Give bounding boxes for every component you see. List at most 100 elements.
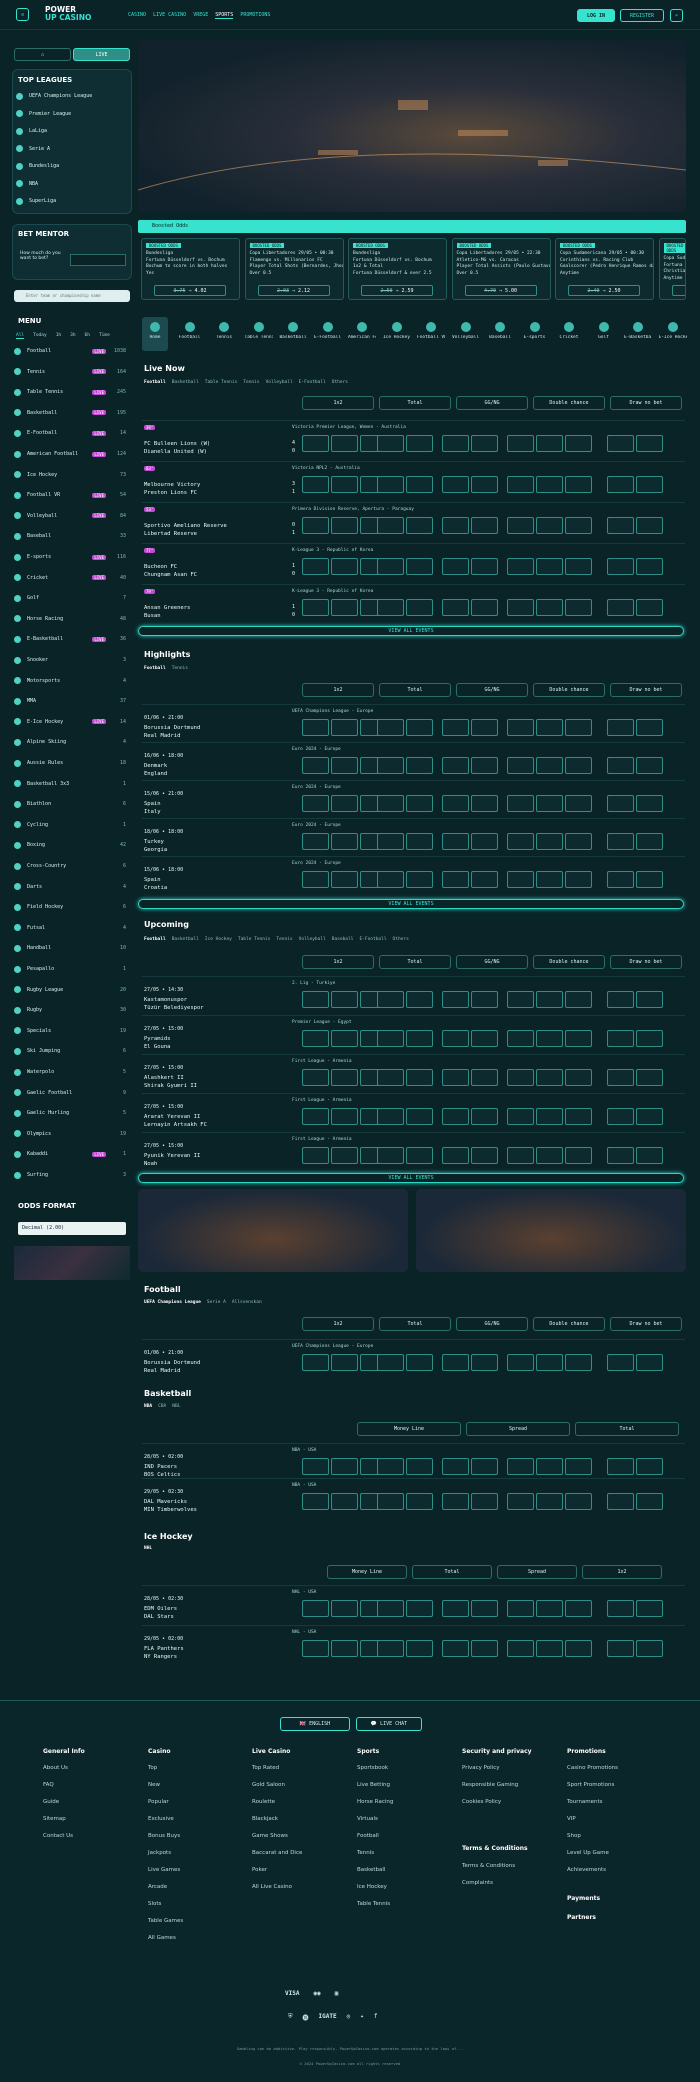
odds-button[interactable] (377, 558, 404, 575)
odds-button[interactable] (377, 435, 404, 452)
odds-button[interactable] (406, 1354, 433, 1371)
footer-link[interactable]: Live Betting (357, 1782, 390, 1788)
odds-button[interactable] (377, 1030, 404, 1047)
odds-button[interactable] (636, 719, 663, 736)
sidebar-item-baseball[interactable]: Baseball 33 (14, 530, 130, 542)
boosted-odds-card[interactable]: BOOSTED ODDS Copa Sudamericana 29/05 • 00… (555, 238, 654, 300)
footer-link[interactable]: Table Tennis (357, 1901, 390, 1907)
odds-button[interactable] (377, 1458, 404, 1475)
odds-button[interactable] (471, 1640, 498, 1657)
odds-button[interactable] (507, 1640, 534, 1657)
odds-button[interactable] (507, 795, 534, 812)
odds-button[interactable] (507, 833, 534, 850)
odds-button[interactable] (331, 991, 358, 1008)
footer-link[interactable]: Arcade (148, 1884, 167, 1890)
footer-link[interactable]: Level Up Game (567, 1850, 609, 1856)
footer-link[interactable]: Table Games (148, 1918, 183, 1924)
footer-link[interactable]: Virtuals (357, 1816, 378, 1822)
odds-button[interactable] (471, 833, 498, 850)
odds-button[interactable] (442, 1030, 469, 1047)
promo-banner-right[interactable] (416, 1189, 686, 1272)
footer-link[interactable]: Guide (43, 1799, 59, 1805)
odds-button[interactable] (377, 795, 404, 812)
footer-link[interactable]: Bonus Buys (148, 1833, 180, 1839)
sidebar-item-ice-hockey[interactable]: Ice Hockey 73 (14, 469, 130, 481)
sidebar-item-alpine-skiing[interactable]: Alpine Skiing 4 (14, 736, 130, 748)
instagram-icon[interactable]: ◎ (347, 2013, 351, 2022)
odds-button[interactable] (507, 1354, 534, 1371)
team-home[interactable]: Pyunik Yerevan II (144, 1152, 200, 1160)
team-home[interactable]: EDM Oilers (144, 1605, 177, 1613)
team-home[interactable]: Sportivo Ameliano Reserve (144, 522, 227, 530)
team-away[interactable]: Italy (144, 808, 161, 816)
section-tab[interactable]: Baseball (332, 937, 354, 942)
sidebar-item-e-ice-hockey[interactable]: E-Ice Hockey LIVE 14 (14, 716, 130, 728)
odds-button[interactable] (607, 757, 634, 774)
footer-link[interactable]: Sitemap (43, 1816, 66, 1822)
footer-link[interactable]: Poker (252, 1867, 267, 1873)
odds-button[interactable] (565, 795, 592, 812)
footer-link[interactable]: Cookies Policy (462, 1799, 501, 1805)
sidebar-item-rugby-league[interactable]: Rugby League 20 (14, 984, 130, 996)
nav-vrege[interactable]: VREGE (193, 12, 208, 19)
odds-button[interactable] (607, 599, 634, 616)
odds-button[interactable] (507, 517, 534, 534)
top-league-item[interactable]: NBA (16, 178, 132, 190)
odds-button[interactable] (406, 1640, 433, 1657)
hero-banner[interactable] (138, 40, 686, 212)
odds-button[interactable] (406, 757, 433, 774)
team-away[interactable]: Real Madrid (144, 1367, 180, 1375)
odds-button[interactable] (331, 517, 358, 534)
team-away[interactable]: Libertad Reserve (144, 530, 197, 538)
odds-button[interactable] (565, 871, 592, 888)
odds-button[interactable] (406, 1600, 433, 1617)
promo-banner-left[interactable] (138, 1189, 408, 1272)
odds-button[interactable] (442, 1640, 469, 1657)
sidebar-item-cross-country[interactable]: Cross-Country 6 (14, 860, 130, 872)
odds-button[interactable] (565, 1030, 592, 1047)
sidebar-item-gaelic-football[interactable]: Gaelic Football 9 (14, 1087, 130, 1099)
odds-button[interactable] (471, 517, 498, 534)
footer-link[interactable]: Live Games (148, 1867, 180, 1873)
odds-button[interactable] (377, 1600, 404, 1617)
odds-button[interactable] (377, 1640, 404, 1657)
odds-button[interactable] (406, 558, 433, 575)
sidebar-item-golf[interactable]: Golf 7 (14, 592, 130, 604)
odds-button[interactable] (636, 991, 663, 1008)
footer-link[interactable]: Gold Saloon (252, 1782, 285, 1788)
odds-button[interactable] (565, 1493, 592, 1510)
footer-link[interactable]: Roulette (252, 1799, 275, 1805)
sidebar-item-tennis[interactable]: Tennis LIVE 164 (14, 366, 130, 378)
odds-button[interactable] (302, 599, 329, 616)
footer-link[interactable]: Football (357, 1833, 379, 1839)
odds-button[interactable] (331, 1147, 358, 1164)
team-home[interactable]: Spain (144, 800, 161, 808)
top-league-item[interactable]: LaLiga (16, 125, 132, 137)
filter-1h[interactable]: 1h (56, 333, 61, 339)
odds-button[interactable] (471, 757, 498, 774)
odds-button[interactable] (507, 1069, 534, 1086)
nav-live-casino[interactable]: LIVE CASINO (153, 12, 186, 19)
section-tab[interactable]: NBL (172, 1404, 180, 1409)
team-away[interactable]: England (144, 770, 167, 778)
sidebar-item-motorsports[interactable]: Motorsports 4 (14, 675, 130, 687)
sport-tab-football-vr[interactable]: Football VR (417, 322, 445, 340)
odds-button[interactable] (406, 719, 433, 736)
sidebar-item-gaelic-hurling[interactable]: Gaelic Hurling 5 (14, 1107, 130, 1119)
odds-button[interactable] (471, 599, 498, 616)
sidebar-item-biathlon[interactable]: Biathlon 6 (14, 798, 130, 810)
odds-button[interactable] (607, 871, 634, 888)
odds-button[interactable] (377, 517, 404, 534)
boosted-odds-button[interactable]: 2.03 → 2.12 (257, 285, 330, 296)
sidebar-item-e-basketball[interactable]: E-Basketball LIVE 36 (14, 633, 130, 645)
footer-link[interactable]: FAQ (43, 1782, 54, 1788)
odds-button[interactable] (536, 1458, 563, 1475)
odds-button[interactable] (471, 1458, 498, 1475)
odds-button[interactable] (302, 476, 329, 493)
team-away[interactable]: Dianella United (W) (144, 448, 207, 456)
footer-link[interactable]: Ice Hockey (357, 1884, 387, 1890)
odds-button[interactable] (406, 833, 433, 850)
odds-button[interactable] (331, 833, 358, 850)
odds-button[interactable] (442, 833, 469, 850)
odds-button[interactable] (302, 1354, 329, 1371)
